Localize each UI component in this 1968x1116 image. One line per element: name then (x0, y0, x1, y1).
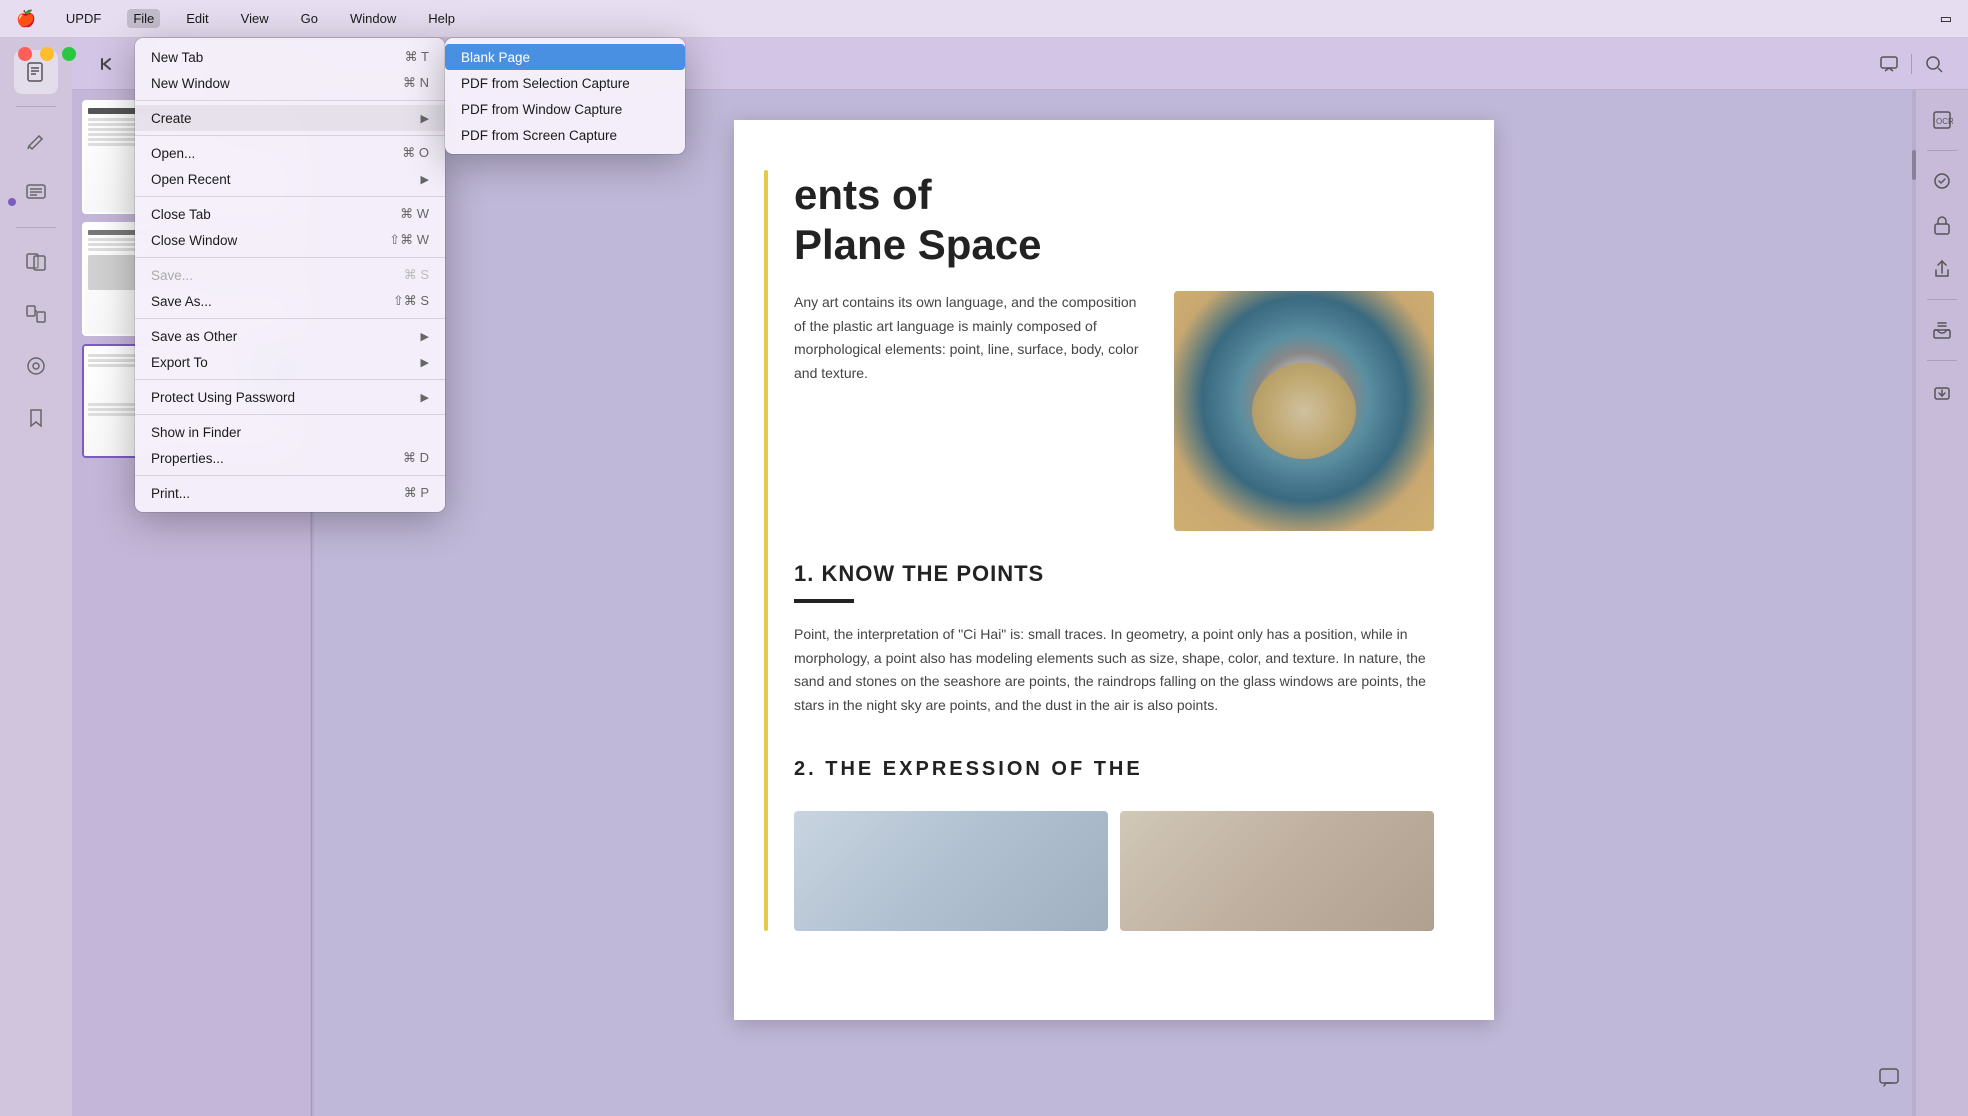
doc-title: ents of Plane Space (794, 170, 1434, 271)
menu-close-tab[interactable]: Close Tab ⌘ W (135, 201, 445, 227)
document-page: ents of Plane Space Any art contains its… (734, 120, 1494, 1020)
go-first-button[interactable] (92, 50, 120, 78)
menubar-updf[interactable]: UPDF (60, 9, 107, 28)
main-scrollbar-thumb[interactable] (1912, 150, 1916, 180)
menu-divider-5 (135, 318, 445, 319)
bottom-thumb-1 (794, 811, 1108, 931)
menubar-file[interactable]: File (127, 9, 160, 28)
menu-open-recent[interactable]: Open Recent ▶ (135, 166, 445, 192)
menu-divider-2 (135, 135, 445, 136)
menubar-window[interactable]: Window (344, 9, 402, 28)
menu-save[interactable]: Save... ⌘ S (135, 262, 445, 288)
left-sidebar (0, 38, 72, 1116)
bottom-thumb-2 (1120, 811, 1434, 931)
doc-section1-text: Point, the interpretation of "Ci Hai" is… (794, 623, 1434, 718)
window-controls (18, 47, 76, 61)
minimize-button[interactable] (40, 47, 54, 61)
menu-create[interactable]: Create ▶ (135, 105, 445, 131)
submenu-blank-page[interactable]: Blank Page (445, 44, 685, 70)
menu-protect-password[interactable]: Protect Using Password ▶ (135, 384, 445, 410)
recognize-button[interactable] (1924, 163, 1960, 199)
sidebar-icon-convert[interactable] (14, 292, 58, 336)
menubar-help[interactable]: Help (422, 9, 461, 28)
menubar-view[interactable]: View (235, 9, 275, 28)
doc-bottom-thumbnails (794, 811, 1434, 931)
sidebar-divider-2 (16, 227, 56, 228)
menu-divider-1 (135, 100, 445, 101)
sidebar-icon-bookmark[interactable] (14, 396, 58, 440)
sidebar-icon-ai[interactable] (14, 344, 58, 388)
submenu-pdf-selection[interactable]: PDF from Selection Capture (445, 70, 685, 96)
menu-new-window[interactable]: New Window ⌘ N (135, 70, 445, 96)
right-divider-3 (1927, 360, 1957, 361)
toolbar-right (1875, 50, 1948, 78)
sidebar-icon-comment[interactable] (14, 171, 58, 215)
menubar-go[interactable]: Go (295, 9, 324, 28)
svg-text:OCR: OCR (1936, 117, 1953, 126)
menu-show-finder[interactable]: Show in Finder (135, 419, 445, 445)
menu-divider-3 (135, 196, 445, 197)
comment-button[interactable] (1875, 50, 1903, 78)
menu-export-to[interactable]: Export To ▶ (135, 349, 445, 375)
tunnel-image (1174, 291, 1434, 531)
doc-body-row: Any art contains its own language, and t… (794, 291, 1434, 531)
menu-save-as-other[interactable]: Save as Other ▶ (135, 323, 445, 349)
chat-button[interactable] (1872, 1060, 1908, 1096)
apple-menu-icon[interactable]: 🍎 (16, 9, 36, 29)
menu-new-tab[interactable]: New Tab ⌘ T (135, 44, 445, 70)
sidebar-icon-pen[interactable] (14, 119, 58, 163)
doc-section1-title: 1. KNOW THE POINTS (794, 561, 1434, 587)
doc-title-line1: ents of (794, 171, 932, 218)
inbox-button[interactable] (1924, 312, 1960, 348)
sidebar-dot (8, 198, 16, 206)
doc-section2-title: 2. THE EXPRESSION OF THE (794, 758, 1434, 781)
main-scrollbar[interactable] (1912, 90, 1916, 1116)
menu-divider-6 (135, 379, 445, 380)
menubar: 🍎 UPDF File Edit View Go Window Help ▭ (0, 0, 1968, 38)
right-sidebar: OCR (1916, 90, 1968, 1116)
close-button[interactable] (18, 47, 32, 61)
file-menu[interactable]: New Tab ⌘ T New Window ⌘ N Create ▶ Open… (135, 38, 445, 512)
menu-print[interactable]: Print... ⌘ P (135, 480, 445, 506)
share-button[interactable] (1924, 251, 1960, 287)
doc-section2-wrapper: 2. THE EXPRESSION OF THE (794, 758, 1434, 781)
sidebar-icon-pages[interactable] (14, 240, 58, 284)
menu-divider-7 (135, 414, 445, 415)
right-divider-1 (1927, 150, 1957, 151)
maximize-button[interactable] (62, 47, 76, 61)
document-view[interactable]: ents of Plane Space Any art contains its… (312, 90, 1916, 1116)
doc-body-text: Any art contains its own language, and t… (794, 291, 1144, 531)
menubar-control-strip: ▭ (1940, 11, 1952, 27)
menubar-edit[interactable]: Edit (180, 9, 214, 28)
submenu-pdf-window[interactable]: PDF from Window Capture (445, 96, 685, 122)
search-button[interactable] (1920, 50, 1948, 78)
menu-properties[interactable]: Properties... ⌘ D (135, 445, 445, 471)
doc-title-line2: Plane Space (794, 221, 1041, 268)
create-submenu[interactable]: Blank Page PDF from Selection Capture PD… (445, 38, 685, 154)
doc-content-wrapper: ents of Plane Space Any art contains its… (794, 170, 1434, 931)
file-lock-button[interactable] (1924, 207, 1960, 243)
doc-section1-divider (794, 599, 854, 603)
menu-divider-4 (135, 257, 445, 258)
save-cloud-button[interactable] (1924, 373, 1960, 409)
menu-open[interactable]: Open... ⌘ O (135, 140, 445, 166)
right-divider-2 (1927, 299, 1957, 300)
menu-close-window[interactable]: Close Window ⇧⌘ W (135, 227, 445, 253)
page-bookmark-bar (764, 170, 768, 931)
sidebar-divider-1 (16, 106, 56, 107)
submenu-pdf-screen[interactable]: PDF from Screen Capture (445, 122, 685, 148)
ocr-button[interactable]: OCR (1924, 102, 1960, 138)
menu-save-as[interactable]: Save As... ⇧⌘ S (135, 288, 445, 314)
menu-divider-8 (135, 475, 445, 476)
doc-image (1174, 291, 1434, 531)
